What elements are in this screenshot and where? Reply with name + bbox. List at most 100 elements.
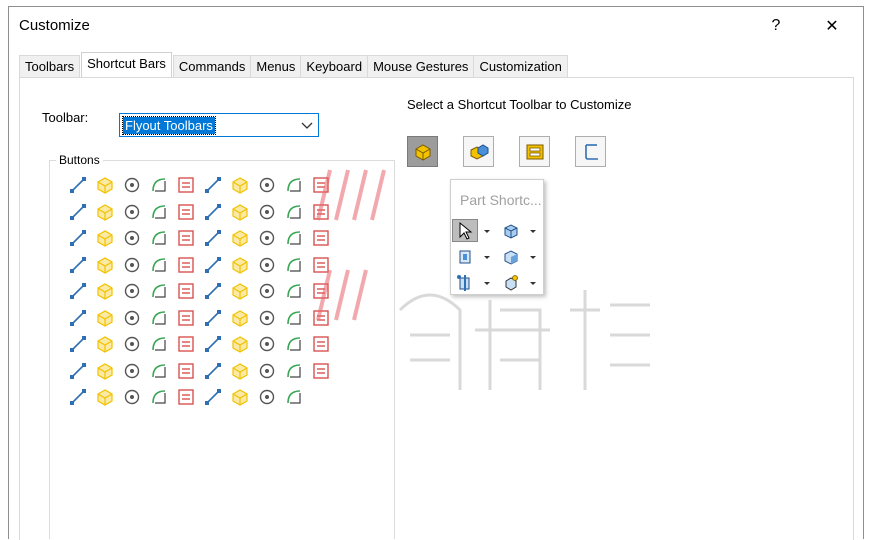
- toolbar-button[interactable]: [64, 199, 91, 225]
- toolbar-button[interactable]: [253, 305, 280, 331]
- toolbar-button[interactable]: [199, 305, 226, 331]
- toolbar-button[interactable]: [226, 305, 253, 331]
- toolbar-button[interactable]: [226, 278, 253, 304]
- chevron-down-icon[interactable]: [481, 277, 493, 289]
- toolbar-button[interactable]: [145, 199, 172, 225]
- chevron-down-icon[interactable]: [527, 251, 539, 263]
- toolbar-button[interactable]: [226, 199, 253, 225]
- flyout-item[interactable]: [498, 218, 543, 243]
- tab-toolbars[interactable]: Toolbars: [19, 55, 81, 77]
- toolbar-button[interactable]: [91, 358, 118, 384]
- toolbar-button[interactable]: [118, 278, 145, 304]
- flyout-item[interactable]: [498, 244, 543, 269]
- toolbar-button[interactable]: [172, 199, 199, 225]
- toolbar-button[interactable]: [145, 252, 172, 278]
- toolbar-button[interactable]: [118, 331, 145, 357]
- tab-menus[interactable]: Menus: [250, 55, 302, 77]
- toolbar-button[interactable]: [118, 225, 145, 251]
- toolbar-button[interactable]: [199, 331, 226, 357]
- toolbar-button[interactable]: [253, 358, 280, 384]
- help-button[interactable]: ?: [753, 7, 799, 45]
- toolbar-button[interactable]: [253, 225, 280, 251]
- toolbar-button[interactable]: [64, 331, 91, 357]
- toolbar-button[interactable]: [280, 358, 307, 384]
- toolbar-button[interactable]: [199, 384, 226, 410]
- toolbar-button[interactable]: [280, 384, 307, 410]
- chevron-down-icon[interactable]: [481, 251, 493, 263]
- toolbar-button[interactable]: [118, 252, 145, 278]
- toolbar-button[interactable]: [64, 358, 91, 384]
- toolbar-button[interactable]: [253, 384, 280, 410]
- toolbar-button[interactable]: [226, 331, 253, 357]
- toolbar-button[interactable]: [226, 252, 253, 278]
- toolbar-button[interactable]: [118, 358, 145, 384]
- toolbar-button[interactable]: [307, 358, 334, 384]
- toolbar-button[interactable]: [118, 305, 145, 331]
- sketch-shortcut-button[interactable]: [575, 136, 606, 167]
- toolbar-button[interactable]: [280, 278, 307, 304]
- toolbar-button[interactable]: [91, 278, 118, 304]
- toolbar-button[interactable]: [91, 305, 118, 331]
- toolbar-button[interactable]: [118, 199, 145, 225]
- toolbar-button[interactable]: [280, 225, 307, 251]
- close-button[interactable]: ✕: [809, 7, 855, 45]
- toolbar-button[interactable]: [307, 331, 334, 357]
- toolbar-button[interactable]: [91, 384, 118, 410]
- toolbar-button[interactable]: [91, 331, 118, 357]
- toolbar-button[interactable]: [91, 252, 118, 278]
- toolbar-button[interactable]: [199, 225, 226, 251]
- toolbar-button[interactable]: [145, 305, 172, 331]
- toolbar-button[interactable]: [172, 358, 199, 384]
- chevron-down-icon[interactable]: [481, 225, 493, 237]
- toolbar-button[interactable]: [199, 358, 226, 384]
- toolbar-button[interactable]: [172, 331, 199, 357]
- toolbar-button[interactable]: [253, 199, 280, 225]
- toolbar-button[interactable]: [145, 384, 172, 410]
- toolbar-button[interactable]: [118, 384, 145, 410]
- toolbar-button[interactable]: [253, 252, 280, 278]
- toolbar-button[interactable]: [199, 199, 226, 225]
- toolbar-button[interactable]: [307, 225, 334, 251]
- toolbar-button[interactable]: [91, 172, 118, 198]
- toolbar-button[interactable]: [253, 278, 280, 304]
- toolbar-button[interactable]: [226, 225, 253, 251]
- toolbar-select[interactable]: Flyout Toolbars: [119, 113, 319, 137]
- part-shortcut-button[interactable]: [407, 136, 438, 167]
- toolbar-button[interactable]: [199, 172, 226, 198]
- toolbar-button[interactable]: [64, 225, 91, 251]
- toolbar-button[interactable]: [145, 225, 172, 251]
- toolbar-button[interactable]: [145, 278, 172, 304]
- toolbar-button[interactable]: [253, 331, 280, 357]
- toolbar-button[interactable]: [145, 358, 172, 384]
- toolbar-button[interactable]: [307, 199, 334, 225]
- toolbar-button[interactable]: [199, 252, 226, 278]
- drawing-shortcut-button[interactable]: [519, 136, 550, 167]
- toolbar-button[interactable]: [307, 305, 334, 331]
- toolbar-button[interactable]: [226, 384, 253, 410]
- toolbar-button[interactable]: [91, 199, 118, 225]
- toolbar-button[interactable]: [226, 172, 253, 198]
- toolbar-button[interactable]: [172, 252, 199, 278]
- tab-mouse-gestures[interactable]: Mouse Gestures: [367, 55, 475, 77]
- toolbar-button[interactable]: [280, 252, 307, 278]
- toolbar-button[interactable]: [280, 199, 307, 225]
- assembly-shortcut-button[interactable]: [463, 136, 494, 167]
- flyout-item[interactable]: [452, 270, 497, 295]
- flyout-item[interactable]: [452, 244, 497, 269]
- toolbar-button[interactable]: [172, 172, 199, 198]
- toolbar-button[interactable]: [145, 331, 172, 357]
- toolbar-button[interactable]: [64, 278, 91, 304]
- flyout-item[interactable]: [452, 218, 497, 243]
- toolbar-button[interactable]: [172, 384, 199, 410]
- toolbar-button[interactable]: [280, 305, 307, 331]
- toolbar-button[interactable]: [64, 172, 91, 198]
- toolbar-button[interactable]: [145, 172, 172, 198]
- tab-shortcut-bars[interactable]: Shortcut Bars: [81, 52, 172, 77]
- toolbar-button[interactable]: [253, 172, 280, 198]
- toolbar-button[interactable]: [64, 305, 91, 331]
- toolbar-button[interactable]: [172, 278, 199, 304]
- tab-customization[interactable]: Customization: [473, 55, 568, 77]
- chevron-down-icon[interactable]: [527, 277, 539, 289]
- chevron-down-icon[interactable]: [527, 225, 539, 237]
- toolbar-button[interactable]: [226, 358, 253, 384]
